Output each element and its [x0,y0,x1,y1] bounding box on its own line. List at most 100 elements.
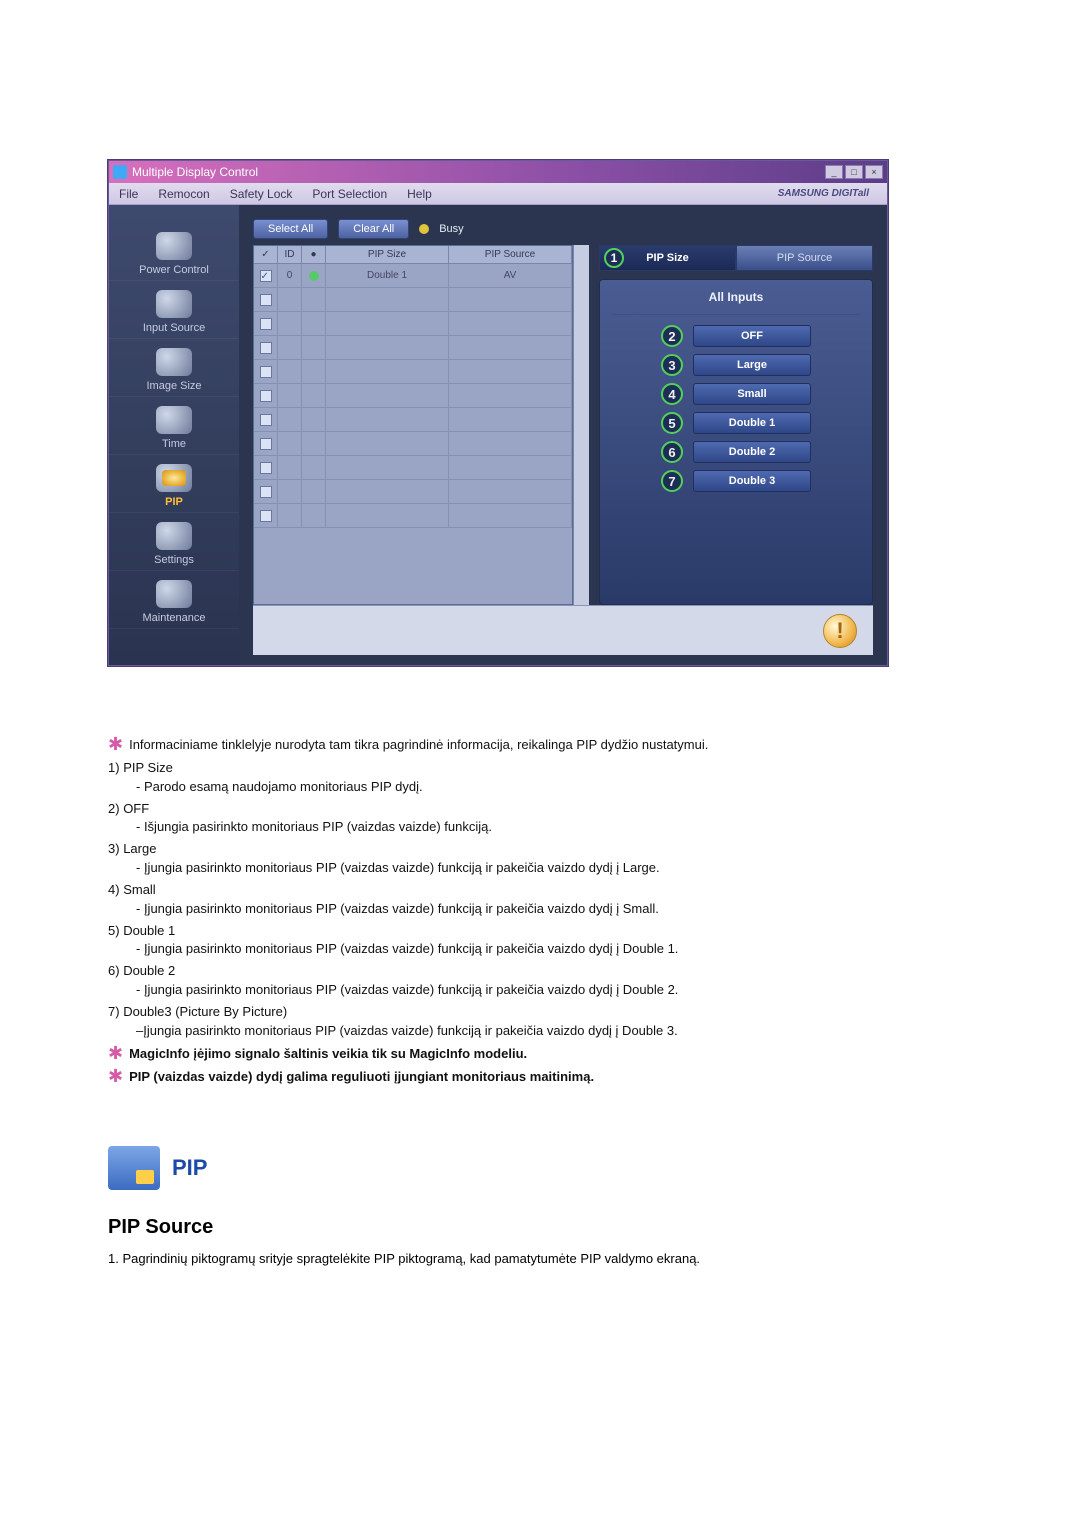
menubar: File Remocon Safety Lock Port Selection … [109,183,887,205]
table-row[interactable] [254,336,572,360]
table-row[interactable] [254,432,572,456]
callout-badge-1: 1 [604,248,624,268]
clear-all-button[interactable]: Clear All [338,219,409,239]
all-inputs-label: All Inputs [612,290,860,315]
star-icon: ✱ [108,1068,123,1084]
table-row[interactable] [254,360,572,384]
pip-source-step: 1. Pagrindinių piktogramų srityje spragt… [108,1251,972,1266]
callout-badge-6: 6 [661,441,683,463]
row-checkbox[interactable] [260,414,272,426]
busy-icon [419,224,429,234]
table-row[interactable] [254,312,572,336]
app-window: Multiple Display Control _ □ × File Remo… [108,160,888,666]
col-pip-source[interactable]: PIP Source [449,246,572,263]
row-checkbox[interactable] [260,510,272,522]
row-checkbox[interactable] [260,270,272,282]
table-row[interactable] [254,504,572,528]
menu-safety-lock[interactable]: Safety Lock [220,187,303,201]
option-row: 6 Double 2 [661,441,811,463]
menu-file[interactable]: File [109,187,148,201]
table-row[interactable] [254,456,572,480]
tab-label: PIP Source [777,252,832,264]
tab-pip-source[interactable]: PIP Source [736,245,873,271]
sidebar-item-label: Settings [154,554,194,566]
sidebar-item-label: Time [162,438,186,450]
pip-source-heading: PIP Source [108,1216,972,1239]
table-row[interactable] [254,288,572,312]
power-icon [156,232,192,260]
alert-icon[interactable]: ! [823,614,857,648]
sidebar-item-settings[interactable]: Settings [109,515,239,571]
callout-badge-7: 7 [661,470,683,492]
pip-size-panel: All Inputs 2OFF 3Large 4Small 5Double 1 … [599,279,873,605]
sidebar-item-label: Image Size [146,380,201,392]
sidebar-item-maintenance[interactable]: Maintenance [109,573,239,629]
brand-label: SAMSUNG DIGITall [768,188,879,199]
pip-double2-button[interactable]: Double 2 [693,441,811,463]
star-icon: ✱ [108,1045,123,1061]
sidebar-item-label: Input Source [143,322,205,334]
sidebar: Power Control Input Source Image Size Ti… [109,205,239,665]
sidebar-item-input-source[interactable]: Input Source [109,283,239,339]
sidebar-item-pip[interactable]: PIP [109,457,239,513]
menu-help[interactable]: Help [397,187,442,201]
row-checkbox[interactable] [260,462,272,474]
row-checkbox[interactable] [260,318,272,330]
row-checkbox[interactable] [260,342,272,354]
pip-off-button[interactable]: OFF [693,325,811,347]
pip-double1-button[interactable]: Double 1 [693,412,811,434]
table-row[interactable] [254,384,572,408]
menu-port-selection[interactable]: Port Selection [302,187,397,201]
settings-icon [156,522,192,550]
callout-badge-4: 4 [661,383,683,405]
row-checkbox[interactable] [260,366,272,378]
sidebar-item-label: Maintenance [143,612,206,624]
col-pip-size[interactable]: PIP Size [326,246,449,263]
note-2: PIP (vaizdas vaizde) dydį galima reguliu… [129,1068,594,1087]
grid-scrollbar[interactable] [573,245,589,605]
pip-large-button[interactable]: Large [693,354,811,376]
footer-bar: ! [253,605,873,655]
maintenance-icon [156,580,192,608]
input-source-icon [156,290,192,318]
close-button[interactable]: × [865,165,883,179]
callout-badge-5: 5 [661,412,683,434]
select-all-button[interactable]: Select All [253,219,328,239]
callout-badge-3: 3 [661,354,683,376]
app-icon [113,165,127,179]
sidebar-item-image-size[interactable]: Image Size [109,341,239,397]
sidebar-item-time[interactable]: Time [109,399,239,455]
col-status[interactable]: ● [302,246,326,263]
menu-remocon[interactable]: Remocon [148,187,219,201]
intro-text: Informaciniame tinklelyje nurodyta tam t… [129,736,708,755]
maximize-button[interactable]: □ [845,165,863,179]
row-id: 0 [278,264,302,287]
display-grid: ✓ ID ● PIP Size PIP Source 0 [253,245,573,605]
pip-icon [156,464,192,492]
row-checkbox[interactable] [260,486,272,498]
table-row[interactable]: 0 Double 1 AV [254,264,572,288]
window-title: Multiple Display Control [132,165,258,179]
option-row: 5 Double 1 [661,412,811,434]
option-row: 4 Small [661,383,811,405]
col-check[interactable]: ✓ [254,246,278,263]
pip-double3-button[interactable]: Double 3 [693,470,811,492]
row-checkbox[interactable] [260,438,272,450]
sidebar-item-power-control[interactable]: Power Control [109,225,239,281]
sidebar-item-label: PIP [165,496,183,508]
row-pip-source: AV [449,264,572,287]
star-icon: ✱ [108,736,123,752]
tab-pip-size[interactable]: 1 PIP Size [599,245,736,271]
minimize-button[interactable]: _ [825,165,843,179]
table-row[interactable] [254,408,572,432]
option-row: 2OFF [661,325,811,347]
row-checkbox[interactable] [260,294,272,306]
pip-small-button[interactable]: Small [693,383,811,405]
time-icon [156,406,192,434]
status-led-icon [309,271,319,281]
table-row[interactable] [254,480,572,504]
row-checkbox[interactable] [260,390,272,402]
col-id[interactable]: ID [278,246,302,263]
pip-section-icon [108,1146,160,1190]
bottom-section: PIP PIP Source 1. Pagrindinių piktogramų… [108,1146,972,1266]
